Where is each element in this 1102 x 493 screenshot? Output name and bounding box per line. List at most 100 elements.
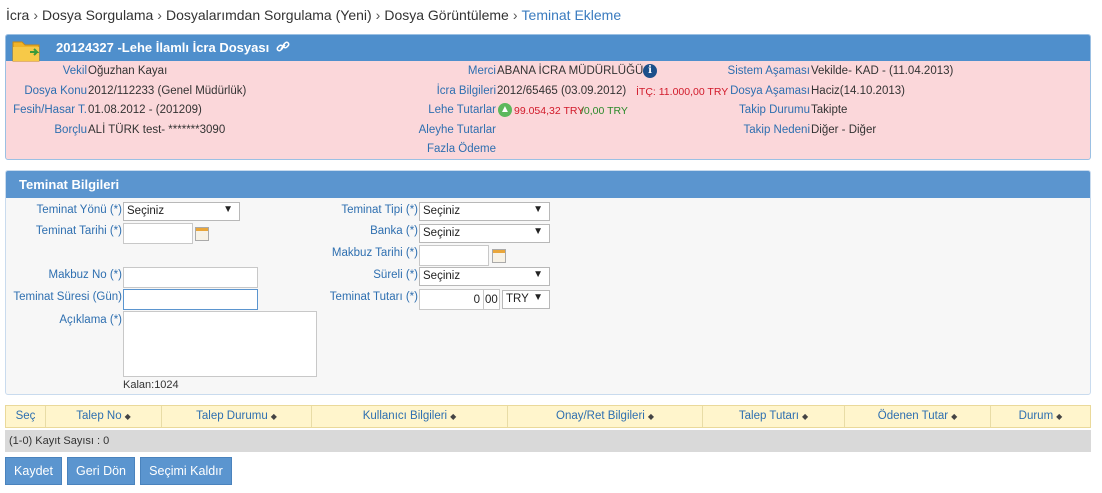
chevron-down-icon: ▼	[533, 204, 543, 215]
column-talep-no[interactable]: Talep No ◆	[46, 406, 162, 427]
takip-nedeni-label: Takip Nedeni	[743, 124, 810, 136]
lehe-tutar-red: 99.054,32 TRY	[514, 105, 585, 117]
column-onay-ret-bilgileri-label: Onay/Ret Bilgileri	[556, 410, 645, 422]
breadcrumb-dosyalarimdan-sorgulama[interactable]: Dosyalarımdan Sorgulama (Yeni)	[166, 7, 372, 23]
takip-nedeni-value: Diğer - Diğer	[811, 124, 877, 136]
sort-icon: ◆	[801, 412, 809, 421]
teminat-header: Teminat Bilgileri	[6, 171, 1090, 198]
fazla-odeme-label: Fazla Ödeme	[426, 143, 496, 155]
file-header: 20124327 -Lehe İlamlı İcra Dosyası	[6, 35, 1090, 62]
folder-icon	[12, 41, 40, 62]
dosya-konu-label: Dosya Konu	[24, 85, 87, 97]
sort-icon: ◆	[450, 412, 457, 421]
breadcrumb-current: Teminat Ekleme	[521, 7, 622, 23]
file-title: 20124327 -Lehe İlamlı İcra Dosyası	[56, 40, 270, 55]
chevron-down-icon: ▼	[533, 226, 543, 237]
makbuz-tarihi-input[interactable]	[419, 245, 489, 266]
save-button[interactable]: Kaydet	[5, 457, 62, 485]
breadcrumb-dosya-sorgulama[interactable]: Dosya Sorgulama	[42, 7, 153, 23]
teminat-yonu-value: Seçiniz	[127, 205, 165, 217]
teminat-yonu-label: Teminat Yönü (*)	[36, 204, 122, 216]
makbuz-tarihi-label: Makbuz Tarihi (*)	[331, 247, 418, 259]
back-button[interactable]: Geri Dön	[67, 457, 135, 485]
currency-value: TRY	[506, 293, 529, 305]
icra-bilgileri-value: 2012/65465 (03.09.2012)	[497, 85, 627, 97]
teminat-tipi-label: Teminat Tipi (*)	[341, 204, 418, 216]
kalan-counter: Kalan:1024	[123, 379, 179, 391]
column-durum[interactable]: Durum ◆	[991, 406, 1090, 427]
chevron-down-icon: ▼	[533, 269, 543, 280]
makbuz-no-label: Makbuz No (*)	[48, 269, 123, 281]
merci-value: ABANA İCRA MÜDÜRLÜĞÜ	[497, 65, 644, 77]
merci-label: Merci	[467, 65, 496, 77]
teminat-suresi-input[interactable]	[123, 289, 258, 310]
teminat-yonu-select[interactable]: Seçiniz ▼	[123, 202, 240, 221]
column-kullanici-bilgileri[interactable]: Kullanıcı Bilgileri ◆	[312, 406, 508, 427]
teminat-tipi-select[interactable]: Seçiniz ▼	[419, 202, 550, 221]
column-talep-durumu[interactable]: Talep Durumu ◆	[162, 406, 312, 427]
takip-durumu-value: Takipte	[811, 104, 848, 116]
banka-value: Seçiniz	[423, 227, 461, 239]
teminat-suresi-label: Teminat Süresi (Gün)	[13, 291, 122, 303]
teminat-tutari-label: Teminat Tutarı (*)	[329, 291, 418, 303]
currency-select[interactable]: TRY ▼	[502, 290, 550, 309]
column-onay-ret-bilgileri[interactable]: Onay/Ret Bilgileri ◆	[508, 406, 703, 427]
column-sec: Seç	[6, 406, 46, 427]
vekil-value: Oğuzhan Kayaı	[88, 65, 168, 77]
teminat-tipi-value: Seçiniz	[423, 205, 461, 217]
sistem-asamasi-value: Vekilde- KAD - (11.04.2013)	[811, 65, 954, 77]
arrow-up-icon: ▲	[498, 103, 512, 117]
calendar-icon[interactable]	[195, 227, 209, 241]
column-odenen-tutar[interactable]: Ödenen Tutar ◆	[845, 406, 991, 427]
lehe-tutar-green: /0,00 TRY	[581, 105, 628, 117]
sistem-asamasi-label: Sistem Aşaması	[727, 65, 810, 77]
aleyhe-tutarlar-label: Aleyhe Tutarlar	[418, 124, 496, 136]
grid-header: Seç Talep No ◆ Talep Durumu ◆ Kullanıcı Bi…	[5, 405, 1091, 428]
teminat-tarihi-label: Teminat Tarihi (*)	[35, 225, 122, 237]
column-talep-durumu-label: Talep Durumu	[196, 410, 268, 422]
banka-label: Banka (*)	[370, 225, 418, 237]
breadcrumb-icra[interactable]: İcra	[6, 7, 29, 23]
vekil-label: Vekil	[62, 65, 87, 77]
teminat-tarihi-input[interactable]	[123, 223, 193, 244]
takip-durumu-label: Takip Durumu	[739, 104, 810, 116]
icra-bilgileri-label: İcra Bilgileri	[436, 85, 496, 97]
column-sec-label: Seç	[15, 410, 36, 422]
fesih-label: Fesih/Hasar T.	[13, 104, 87, 116]
chevron-down-icon: ▼	[223, 204, 233, 215]
aciklama-textarea[interactable]	[123, 311, 317, 377]
link-icon[interactable]	[276, 40, 290, 54]
sort-icon: ◆	[1056, 412, 1063, 421]
sureli-value: Seçiniz	[423, 270, 461, 282]
dosya-asamasi-label: Dosya Aşaması	[730, 85, 810, 97]
breadcrumb: İcra › Dosya Sorgulama › Dosyalarımdan Sorgu…	[6, 7, 622, 23]
file-info-panel: 20124327 -Lehe İlamlı İcra Dosyası Vekil…	[5, 34, 1091, 160]
aciklama-label: Açıklama (*)	[59, 314, 122, 326]
info-icon[interactable]: i	[643, 64, 657, 78]
sort-icon: ◆	[647, 412, 654, 421]
sort-icon: ◆	[270, 412, 277, 421]
column-odenen-tutar-label: Ödenen Tutar	[877, 410, 949, 422]
borclu-value: ALİ TÜRK test- *******3090	[88, 124, 226, 136]
column-talep-tutari[interactable]: Talep Tutarı ◆	[703, 406, 845, 427]
dosya-konu-value: 2012/112233 (Genel Müdürlük)	[88, 85, 247, 97]
breadcrumb-dosya-goruntuleme[interactable]: Dosya Görüntüleme	[384, 7, 509, 23]
column-kullanici-bilgileri-label: Kullanıcı Bilgileri	[362, 410, 448, 422]
sort-icon: ◆	[124, 412, 131, 421]
calendar-icon[interactable]	[492, 249, 506, 263]
banka-select[interactable]: Seçiniz ▼	[419, 224, 550, 243]
teminat-panel: Teminat Bilgileri Teminat Yönü (*) Seçin…	[5, 170, 1091, 395]
borclu-label: Borçlu	[54, 124, 87, 136]
clear-selection-button[interactable]: Seçimi Kaldır	[140, 457, 232, 485]
grid-footer: (1-0) Kayıt Sayısı : 0	[5, 430, 1091, 452]
chevron-down-icon: ▼	[533, 292, 543, 303]
column-durum-label: Durum	[1018, 410, 1054, 422]
teminat-tutari-dec-input[interactable]	[483, 289, 500, 310]
sureli-select[interactable]: Seçiniz ▼	[419, 267, 550, 286]
teminat-tutari-int-input[interactable]	[419, 289, 484, 310]
sureli-label: Süreli (*)	[373, 269, 418, 281]
column-talep-no-label: Talep No	[76, 410, 122, 422]
makbuz-no-input[interactable]	[123, 267, 258, 288]
sort-icon: ◆	[951, 412, 958, 421]
column-talep-tutari-label: Talep Tutarı	[738, 410, 799, 422]
